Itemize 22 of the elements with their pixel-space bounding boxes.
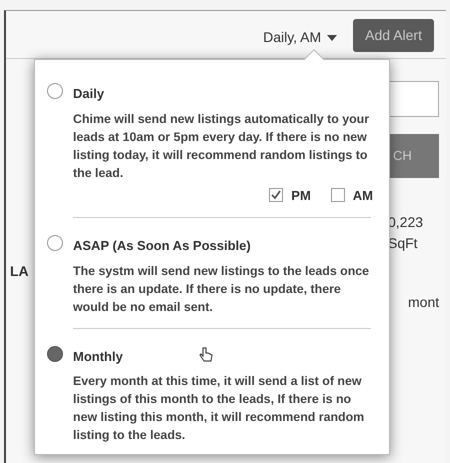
option-title: ASAP (As Soon As Possible): [73, 237, 251, 255]
hand-cursor-icon: [199, 347, 213, 363]
radio-button[interactable]: [47, 83, 63, 99]
radio-button[interactable]: [47, 235, 63, 251]
option-description: Every month at this time, it will send a list of new listings of this month to the leads, If there is no new listing this month, it will recommend random listing to the leads.: [73, 373, 366, 444]
unit-text: SqFt: [388, 234, 418, 253]
option-description: Chime will send new listings automatically to your leads at 10am or 5pm every day. If there is no new listing today, it will recommend random listings to the lead.: [73, 110, 370, 182]
option-title: Daily: [73, 85, 104, 103]
option-title: Monthly: [73, 348, 123, 366]
option-description: The systm will send new listings to the leads once there is an update. If there is no update, there would be no email sent.: [73, 262, 370, 316]
caret-icon: [327, 35, 338, 42]
add-alert-button[interactable]: Add Alert: [353, 19, 434, 52]
description-text: mont: [408, 293, 440, 312]
radio-button[interactable]: [47, 346, 63, 362]
heading-text: LA: [10, 262, 29, 281]
frequency-dropdown[interactable]: Daily, AM: [263, 27, 338, 48]
time-label: AM: [352, 186, 373, 204]
input-field[interactable]: [387, 81, 439, 117]
time-label: PM: [291, 186, 311, 204]
checkbox[interactable]: [269, 188, 284, 202]
checkbox[interactable]: [330, 188, 345, 202]
search-button[interactable]: CH: [387, 134, 439, 178]
